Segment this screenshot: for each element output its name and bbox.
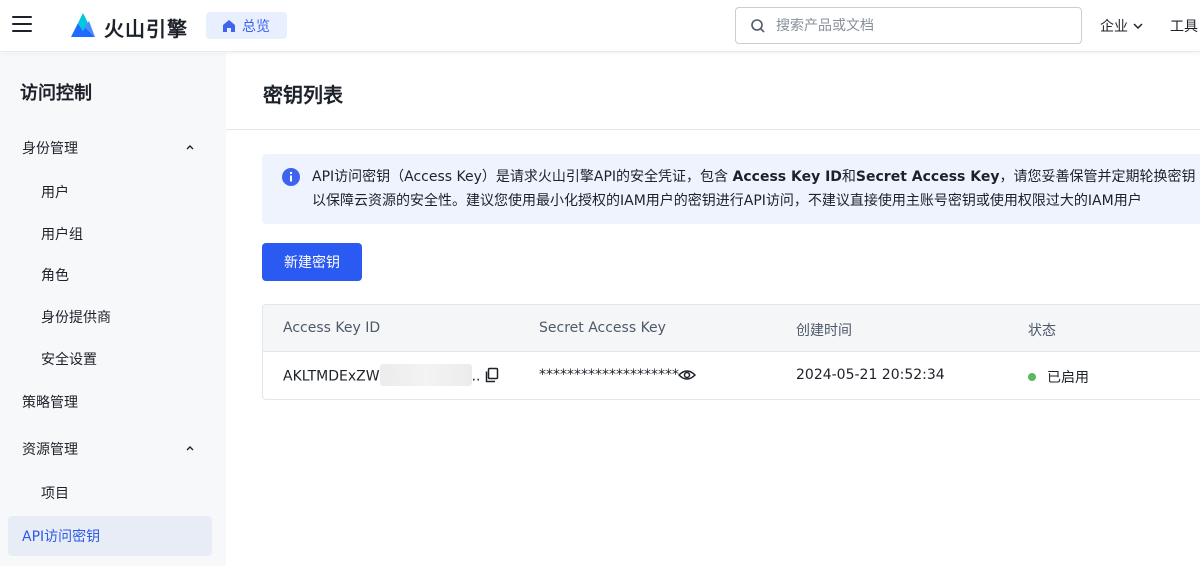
sidebar-item-policy-management[interactable]: 策略管理 [8,382,212,422]
top-bar: 火山引擎 总览 企业 工具 [0,0,1200,52]
column-header: 创建时间 [796,323,852,339]
divider [226,129,1200,130]
home-button[interactable]: 总览 [206,12,287,39]
sidebar-item-label: 身份管理 [22,141,78,157]
sidebar-item-label: API访问密钥 [22,529,101,545]
menu-icon[interactable] [12,16,32,34]
enterprise-label: 企业 [1100,19,1128,35]
access-key-id: AKLTMDExZW.. [283,364,481,386]
sidebar-item-label: 项目 [41,486,69,502]
access-key-suffix: .. [471,368,481,385]
chevron-up-icon [186,446,194,451]
notice-text-bold: Access Key ID [732,169,842,185]
secret-access-key: ******************** [539,367,679,383]
sidebar-item-label: 用户组 [41,227,83,243]
notice-line-2: 以保障云资源的安全性。建议您使用最小化授权的IAM用户的密钥进行API访问，不建… [312,193,1142,209]
sidebar-item-label: 身份提供商 [41,310,111,326]
enterprise-menu[interactable]: 企业 [1100,16,1144,36]
main-content: 密钥列表 API访问密钥（Access Key）是请求火山引擎API的安全凭证，… [226,53,1200,566]
copy-icon[interactable] [484,367,500,383]
redacted-region [379,364,472,386]
info-icon [282,168,300,186]
notice-line-1: API访问密钥（Access Key）是请求火山引擎API的安全凭证，包含 Ac… [312,165,1195,189]
notice-text-part: 和 [841,169,856,185]
sidebar-item-identity-management[interactable]: 身份管理 [8,128,212,168]
home-label: 总览 [242,18,270,35]
sidebar-item-label: 资源管理 [22,442,78,458]
sidebar-item-api-access-keys[interactable]: API访问密钥 [8,516,212,556]
home-icon [223,19,235,32]
new-key-button[interactable]: 新建密钥 [262,243,362,281]
status-cell: 已启用 [1028,367,1089,387]
search-input[interactable] [776,17,1056,34]
access-key-prefix: AKLTMDExZW [283,368,380,385]
column-header: 状态 [1028,323,1056,339]
notice-text-bold: Secret Access Key [855,169,1000,185]
column-header: Access Key ID [283,320,381,336]
sidebar: 访问控制 身份管理 用户 用户组 角色 身份提供商 安全设置 策略管理 资源管理… [0,53,226,566]
tools-menu[interactable]: 工具 [1170,16,1198,36]
sidebar-item-label: 安全设置 [41,352,97,368]
sidebar-item-label: 用户 [41,185,69,201]
chevron-up-icon [186,145,194,150]
notice-text-part: ，请您妥善保管并定期轮换密钥 [999,169,1196,185]
eye-icon[interactable] [678,368,696,382]
sidebar-item-users[interactable]: 用户 [8,172,212,212]
chevron-down-icon [1133,23,1143,30]
sidebar-item-security-settings[interactable]: 安全设置 [8,339,212,379]
page-title: 密钥列表 [263,83,343,107]
column-header: Secret Access Key [539,320,666,336]
status-dot [1028,373,1036,381]
sidebar-item-label: 策略管理 [22,395,78,411]
table-row: AKLTMDExZW.. ******************** 2024-0… [263,352,1200,399]
sidebar-item-user-groups[interactable]: 用户组 [8,214,212,254]
status-badge: 已启用 [1047,370,1089,386]
info-notice: API访问密钥（Access Key）是请求火山引擎API的安全凭证，包含 Ac… [262,154,1200,224]
search-box[interactable] [735,7,1082,44]
notice-text: API访问密钥（Access Key）是请求火山引擎API的安全凭证，包含 Ac… [312,165,1195,213]
sidebar-item-resource-management[interactable]: 资源管理 [8,429,212,469]
table-header: Access Key ID Secret Access Key 创建时间 状态 [263,305,1200,352]
brand-name[interactable]: 火山引擎 [104,13,188,42]
keys-table: Access Key ID Secret Access Key 创建时间 状态 … [262,304,1200,400]
created-time: 2024-05-21 20:52:34 [796,367,945,383]
notice-text-part: API访问密钥（Access Key）是请求火山引擎API的安全凭证，包含 [312,169,733,185]
sidebar-title: 访问控制 [20,83,92,104]
search-icon [751,18,765,33]
volcano-logo[interactable] [68,11,98,39]
sidebar-item-projects[interactable]: 项目 [8,473,212,513]
sidebar-item-roles[interactable]: 角色 [8,255,212,295]
sidebar-item-identity-providers[interactable]: 身份提供商 [8,297,212,337]
sidebar-item-label: 角色 [41,268,69,284]
